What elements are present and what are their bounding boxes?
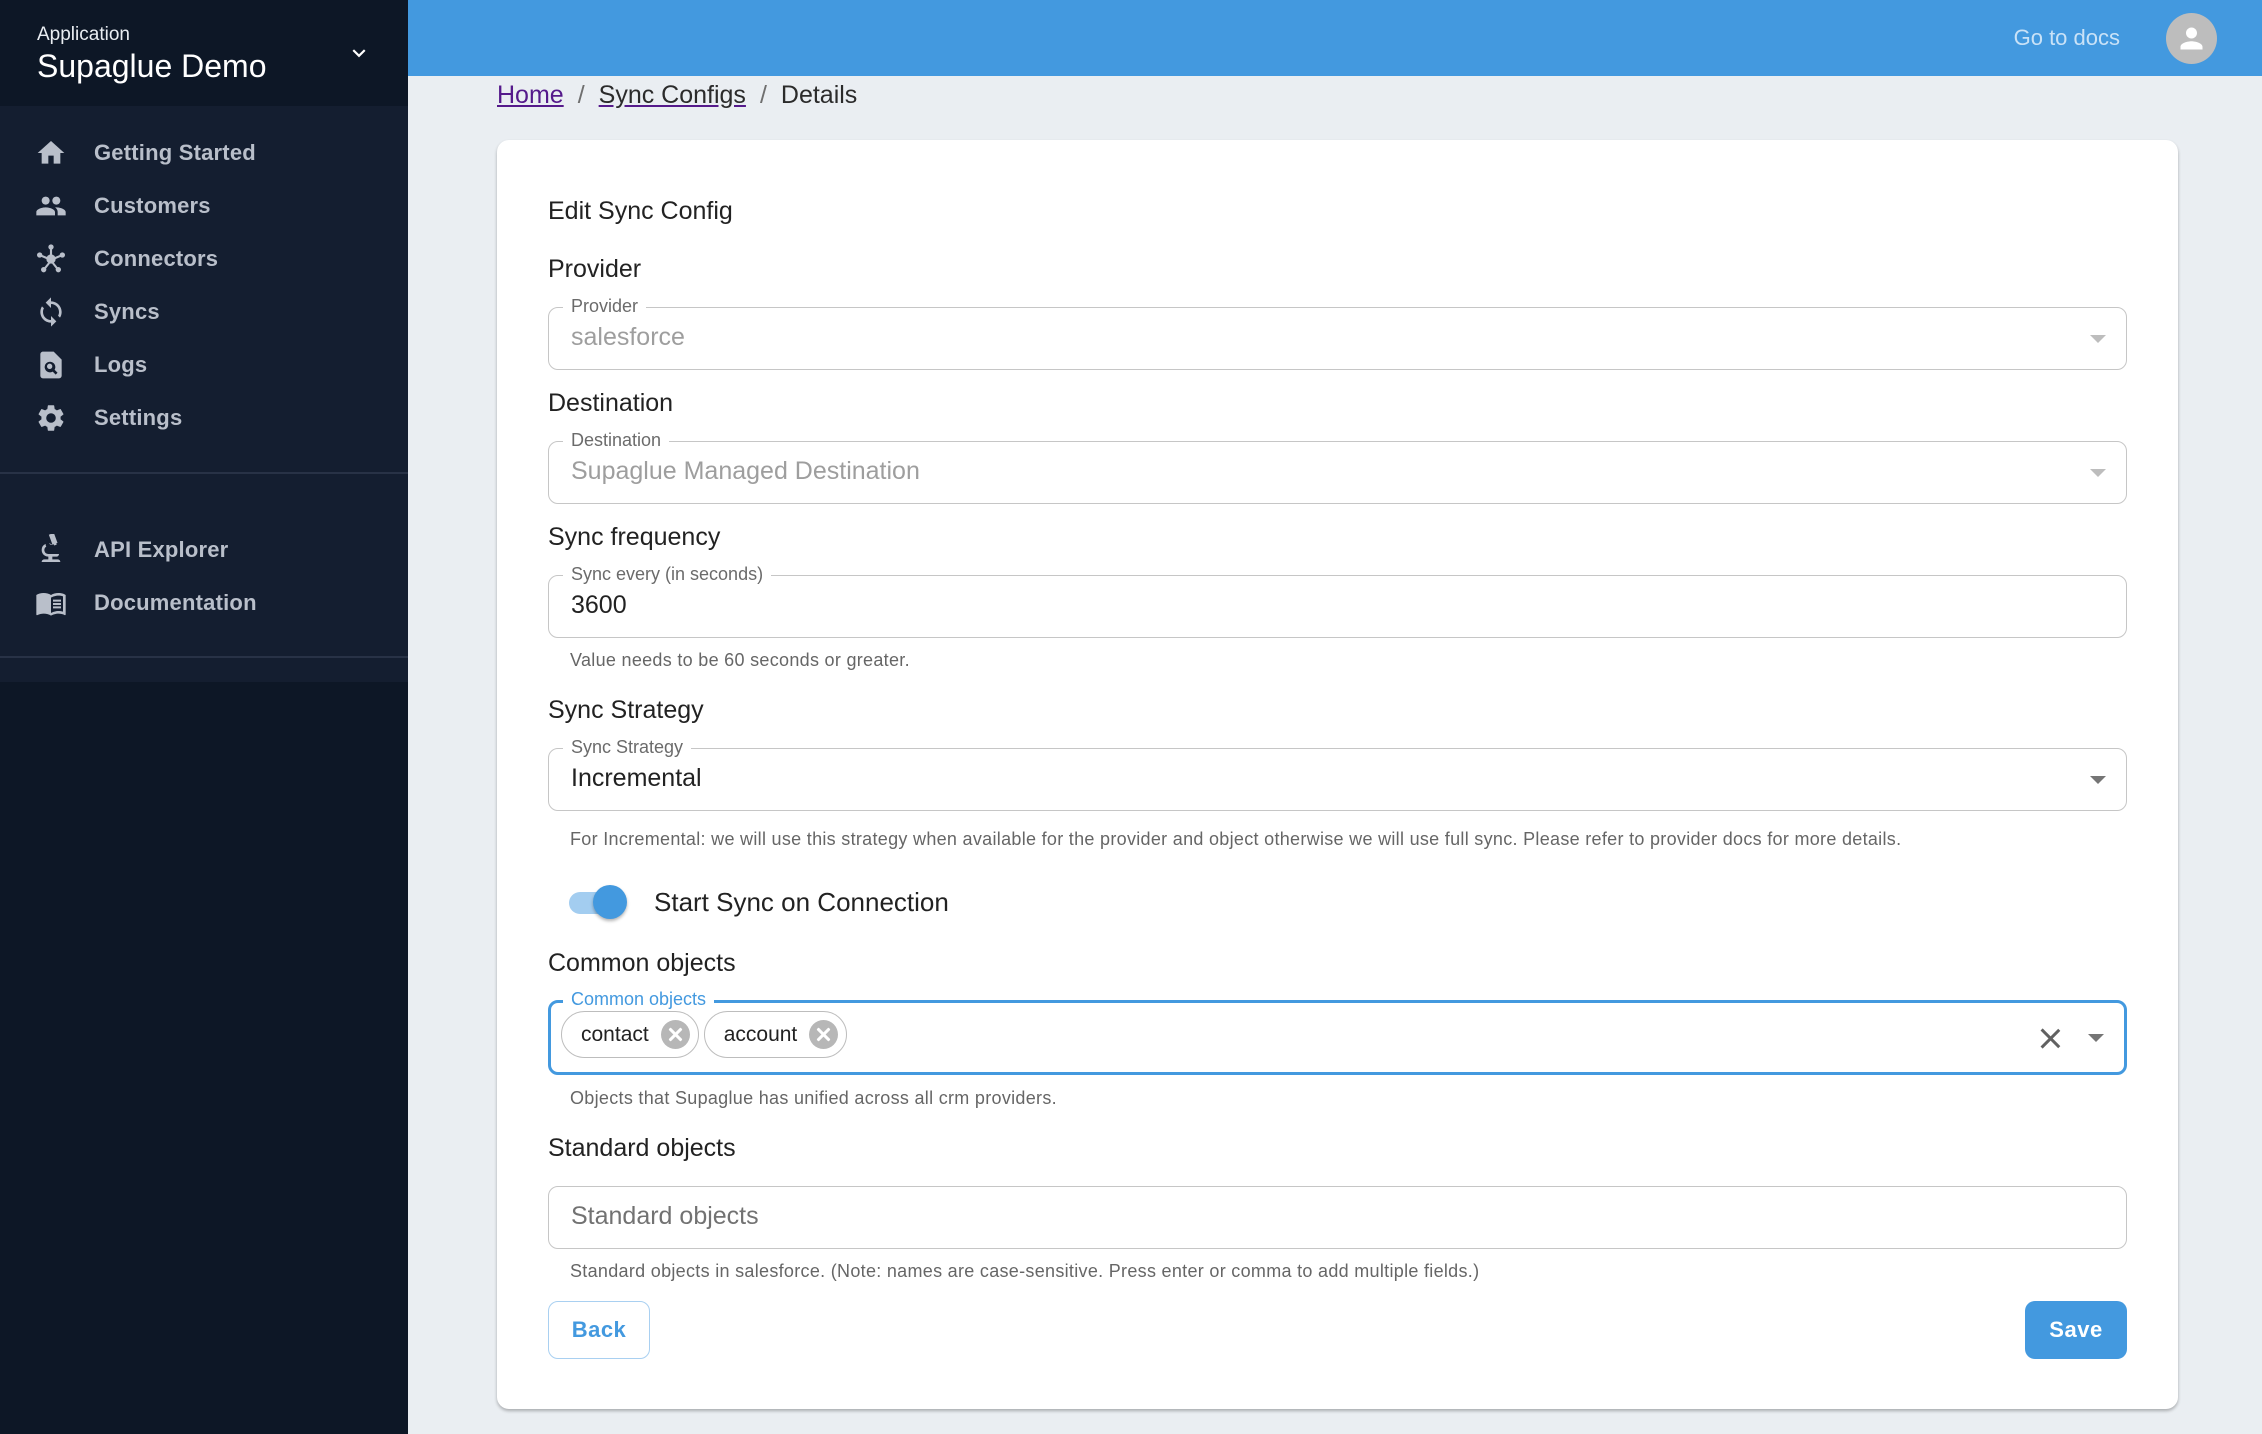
standard-objects-section-title: Standard objects — [548, 1134, 736, 1162]
book-icon — [34, 586, 68, 620]
common-objects-helper-text: Objects that Supaglue has unified across… — [570, 1088, 1057, 1108]
chip-contact: contact — [561, 1011, 699, 1058]
sidebar-item-label: Connectors — [94, 246, 219, 271]
sidebar-item-label: Getting Started — [94, 140, 256, 165]
sync-icon — [34, 295, 68, 329]
sync-strategy-field-label: Sync Strategy — [563, 737, 692, 757]
clear-icon[interactable] — [2038, 1026, 2062, 1050]
destination-section-title: Destination — [548, 389, 674, 417]
sidebar-item-label: Customers — [94, 193, 211, 218]
provider-value: salesforce — [571, 323, 685, 351]
sidebar-item-getting-started[interactable]: Getting Started — [0, 127, 408, 179]
breadcrumb-separator: / — [577, 80, 585, 109]
breadcrumb: Home / Sync Configs / Details — [497, 80, 857, 110]
breadcrumb-current: Details — [780, 80, 858, 109]
breadcrumb-home-link[interactable]: Home — [497, 81, 564, 110]
user-avatar-button[interactable] — [2166, 13, 2217, 64]
application-switcher[interactable]: Application Supaglue Demo — [0, 0, 408, 106]
sync-strategy-value: Incremental — [571, 764, 702, 792]
user-avatar-icon — [2180, 27, 2203, 50]
breadcrumb-separator: / — [759, 80, 767, 109]
sidebar-item-label: Settings — [94, 405, 183, 430]
destination-select[interactable]: Destination Supaglue Managed Destination — [548, 430, 2127, 504]
sidebar-item-api-explorer[interactable]: API Explorer — [0, 524, 408, 576]
nav-section: Getting Started Customers Connectors Syn… — [0, 106, 408, 682]
provider-section-title: Provider — [548, 255, 642, 283]
sidebar-item-customers[interactable]: Customers — [0, 180, 408, 232]
sync-frequency-helper-text: Value needs to be 60 seconds or greater. — [570, 650, 910, 670]
sidebar-item-label: Syncs — [94, 299, 160, 324]
gear-icon — [34, 401, 68, 435]
sidebar-item-label: Documentation — [94, 590, 257, 615]
chip-label: account — [723, 1022, 798, 1046]
breadcrumb-sync-configs-link[interactable]: Sync Configs — [599, 81, 746, 110]
sync-frequency-value[interactable]: 3600 — [571, 591, 627, 620]
sidebar: Application Supaglue Demo Getting Starte… — [0, 0, 408, 1434]
common-objects-field-label: Common objects — [563, 989, 715, 1009]
sidebar-item-documentation[interactable]: Documentation — [0, 577, 408, 629]
dropdown-arrow-icon[interactable] — [2090, 335, 2106, 343]
chip-account: account — [703, 1011, 848, 1058]
sync-frequency-section-title: Sync frequency — [548, 523, 721, 551]
sync-frequency-input[interactable]: Sync every (in seconds) 3600 — [548, 564, 2127, 638]
common-objects-section-title: Common objects — [548, 949, 736, 977]
standard-objects-helper-text: Standard objects in salesforce. (Note: n… — [570, 1261, 1480, 1281]
nav-divider — [0, 472, 408, 474]
sidebar-item-connectors[interactable]: Connectors — [0, 233, 408, 285]
nav-divider — [0, 656, 408, 658]
start-sync-on-connection-toggle[interactable] — [567, 884, 627, 920]
chevron-down-icon[interactable] — [346, 40, 372, 66]
application-label: Application — [37, 24, 130, 45]
sidebar-item-label: API Explorer — [94, 537, 229, 562]
go-to-docs-link[interactable]: Go to docs — [2014, 25, 2120, 51]
sidebar-item-settings[interactable]: Settings — [0, 392, 408, 444]
file-search-icon — [34, 348, 68, 382]
people-icon — [34, 189, 68, 223]
sync-strategy-section-title: Sync Strategy — [548, 696, 704, 724]
remove-chip-icon[interactable] — [809, 1020, 839, 1049]
hub-icon — [34, 242, 68, 276]
common-objects-autocomplete[interactable]: Common objects contact account — [548, 989, 2127, 1075]
application-name: Supaglue Demo — [37, 48, 267, 84]
sidebar-item-logs[interactable]: Logs — [0, 339, 408, 391]
sync-frequency-field-label: Sync every (in seconds) — [563, 564, 772, 584]
page-title: Edit Sync Config — [548, 197, 733, 225]
dropdown-arrow-icon[interactable] — [2088, 1034, 2104, 1042]
sidebar-item-label: Logs — [94, 352, 148, 377]
microscope-icon — [34, 533, 68, 567]
back-button[interactable]: Back — [548, 1301, 650, 1359]
start-sync-on-connection-label[interactable]: Start Sync on Connection — [654, 884, 949, 920]
destination-value: Supaglue Managed Destination — [571, 457, 920, 485]
home-icon — [34, 136, 68, 170]
edit-sync-config-card: Edit Sync Config Provider Provider sales… — [497, 140, 2178, 1409]
save-button[interactable]: Save — [2025, 1301, 2127, 1359]
standard-objects-input[interactable]: Standard objects — [548, 1186, 2127, 1249]
chip-label: contact — [581, 1022, 649, 1046]
top-bar: Go to docs — [408, 0, 2262, 76]
sidebar-item-syncs[interactable]: Syncs — [0, 286, 408, 338]
dropdown-arrow-icon[interactable] — [2090, 776, 2106, 784]
dropdown-arrow-icon[interactable] — [2090, 469, 2106, 477]
toggle-thumb — [593, 885, 627, 919]
destination-field-label: Destination — [563, 430, 670, 450]
selected-chips: contact account — [561, 1011, 848, 1058]
provider-field-label: Provider — [563, 296, 647, 316]
sync-strategy-helper-text: For Incremental: we will use this strate… — [570, 829, 1902, 849]
remove-chip-icon[interactable] — [660, 1020, 690, 1049]
sync-strategy-select[interactable]: Sync Strategy Incremental — [548, 737, 2127, 811]
provider-select[interactable]: Provider salesforce — [548, 296, 2127, 370]
standard-objects-placeholder[interactable]: Standard objects — [571, 1202, 759, 1231]
